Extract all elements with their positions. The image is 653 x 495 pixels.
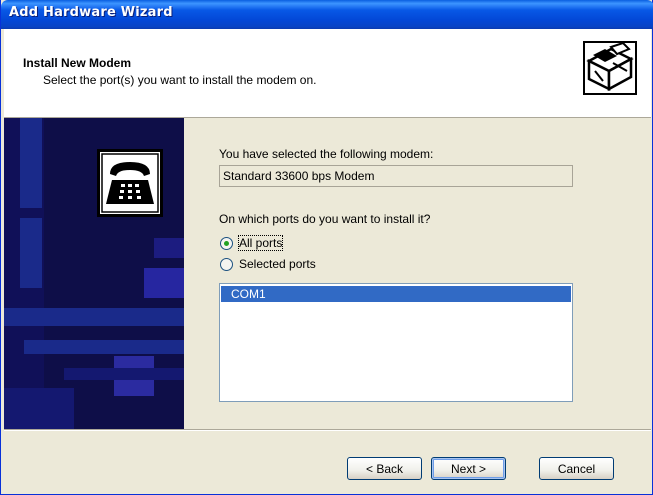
cancel-button[interactable]: Cancel <box>539 457 614 480</box>
telephone-icon <box>97 149 163 217</box>
next-button-label: Next > <box>450 461 486 476</box>
selected-ports-radio[interactable] <box>220 257 233 271</box>
all-ports-option[interactable]: All ports <box>220 235 284 251</box>
window-title: Add Hardware Wizard <box>9 5 173 20</box>
cancel-button-label: Cancel <box>557 461 596 476</box>
all-ports-radio[interactable] <box>220 236 233 250</box>
title-bar[interactable]: Add Hardware Wizard <box>1 0 653 29</box>
back-button-label: < Back <box>365 461 404 476</box>
selected-ports-label[interactable]: Selected ports <box>239 257 316 271</box>
footer-separator <box>4 429 651 431</box>
next-button[interactable]: Next > <box>431 457 506 480</box>
port-question-label: On which ports do you want to install it… <box>219 212 431 226</box>
wizard-window: Add Hardware Wizard Install New Modem Se… <box>0 0 653 495</box>
selected-modem-label: You have selected the following modem: <box>219 147 434 161</box>
header-title: Install New Modem <box>23 56 132 70</box>
header-subtitle: Select the port(s) you want to install t… <box>43 73 317 87</box>
all-ports-label[interactable]: All ports <box>237 235 284 251</box>
wizard-side-art <box>4 118 184 429</box>
wizard-header: Install New Modem Select the port(s) you… <box>4 29 651 118</box>
selected-ports-option[interactable]: Selected ports <box>220 257 316 271</box>
selected-modem-field: Standard 33600 bps Modem <box>219 165 573 187</box>
ports-listbox[interactable]: COM1 <box>219 283 573 402</box>
hardware-box-icon <box>583 41 637 95</box>
back-button[interactable]: < Back <box>347 457 422 480</box>
list-item[interactable]: COM1 <box>221 286 571 302</box>
